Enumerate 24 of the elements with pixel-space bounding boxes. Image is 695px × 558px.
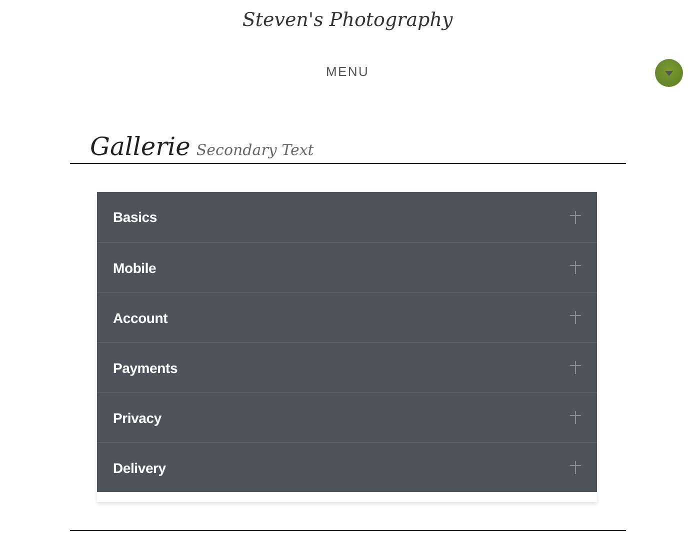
accordion-label: Payments <box>113 360 178 376</box>
accordion-label: Basics <box>113 209 157 225</box>
plus-icon <box>570 461 581 474</box>
caret-down-icon <box>665 70 673 76</box>
accordion-label: Mobile <box>113 260 156 276</box>
accordion-label: Privacy <box>113 410 162 426</box>
menu-link[interactable]: MENU <box>326 64 370 80</box>
plus-icon <box>570 311 581 324</box>
site-title: Steven's Photography <box>242 9 453 31</box>
accordion-item[interactable]: Privacy <box>97 392 597 442</box>
plus-icon <box>570 261 581 274</box>
section-title: Gallerie <box>90 132 190 161</box>
accordion-item[interactable]: Account <box>97 292 597 342</box>
accordion-item[interactable]: Delivery <box>97 442 597 492</box>
accordion-item[interactable]: Mobile <box>97 242 597 292</box>
accordion-label: Account <box>113 310 168 326</box>
dropdown-toggle-button[interactable] <box>655 59 683 87</box>
accordion-item[interactable]: Payments <box>97 342 597 392</box>
plus-icon <box>570 411 581 424</box>
accordion-item[interactable]: Basics <box>97 192 597 242</box>
plus-icon <box>570 210 581 224</box>
accordion-label: Delivery <box>113 460 166 476</box>
section-subtitle: Secondary Text <box>196 141 314 159</box>
plus-icon <box>570 361 581 374</box>
